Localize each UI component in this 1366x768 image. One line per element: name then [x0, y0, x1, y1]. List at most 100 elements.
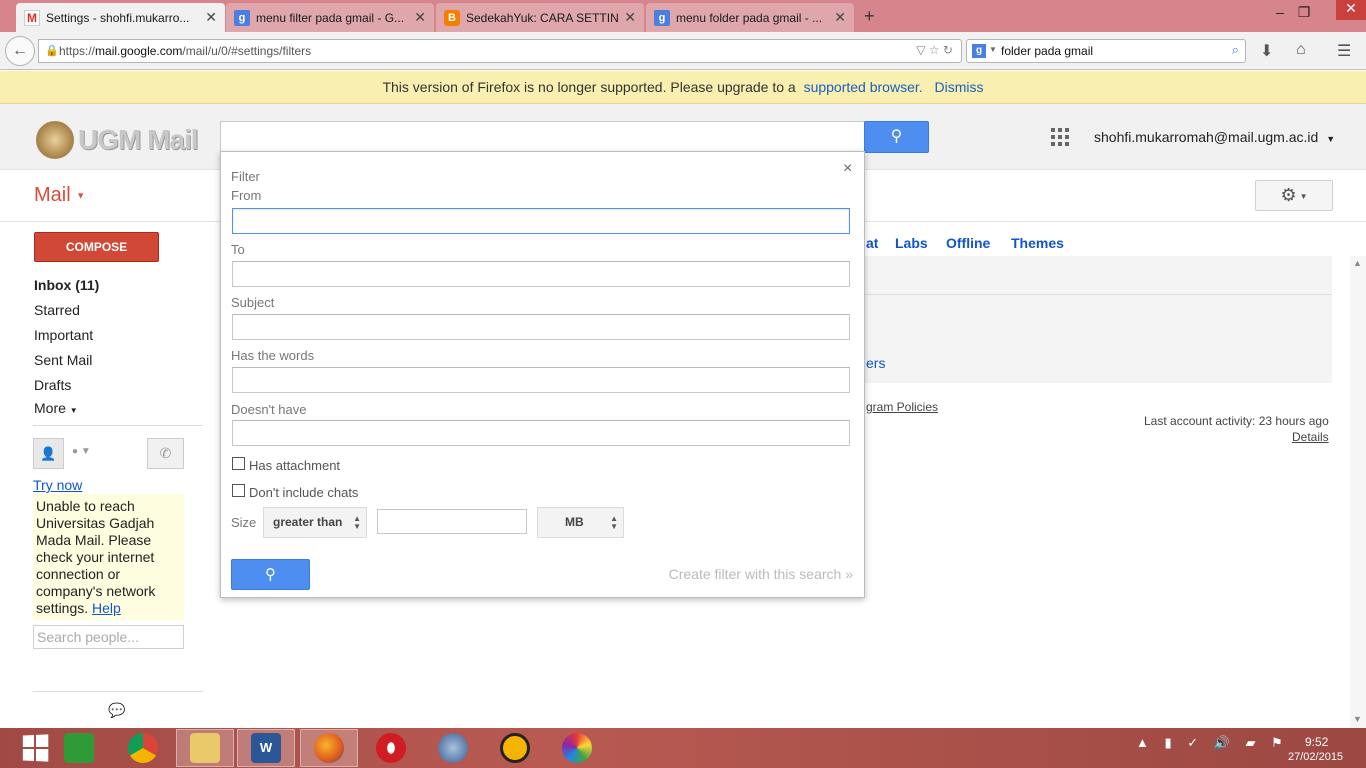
sidebar-item-important[interactable]: Important — [34, 327, 93, 343]
browser-tab-sedekahyuk[interactable]: B SedekahYuk: CARA SETTIN... ✕ — [436, 3, 644, 32]
mail-search-input[interactable] — [220, 121, 865, 153]
has-words-field[interactable] — [232, 367, 850, 393]
has-attachment-checkbox[interactable] — [232, 457, 245, 470]
tab-chat[interactable]: at — [866, 235, 878, 251]
word-icon: W — [251, 733, 281, 763]
close-tab-icon[interactable]: ✕ — [834, 9, 846, 26]
tab-themes[interactable]: Themes — [1011, 235, 1064, 251]
close-icon[interactable]: × — [843, 160, 852, 178]
menu-icon[interactable]: ☰ — [1337, 41, 1351, 61]
download-icon[interactable]: ⬇ — [1260, 41, 1273, 61]
tab-title: menu folder pada gmail - ... — [676, 10, 823, 25]
close-tab-icon[interactable]: ✕ — [624, 9, 636, 26]
scroll-up-icon[interactable]: ▲ — [1353, 258, 1362, 268]
tab-offline[interactable]: Offline — [946, 235, 990, 251]
taskbar-opera[interactable] — [362, 729, 420, 767]
tab-title: menu filter pada gmail - G... — [256, 10, 405, 25]
url-bar[interactable]: 🔒 https://mail.google.com/mail/u/0/#sett… — [38, 39, 962, 63]
home-icon[interactable]: ⌂ — [1296, 41, 1306, 59]
settings-gear-button[interactable]: ⚙ ▼ — [1255, 180, 1333, 211]
reload-icon[interactable]: ▽ ☆ ↻ — [916, 43, 953, 57]
partial-link[interactable]: ers — [866, 355, 885, 371]
pinwheel-icon — [562, 733, 592, 763]
unsupported-browser-banner: This version of Firefox is no longer sup… — [0, 71, 1366, 104]
new-tab-icon[interactable]: + — [864, 6, 875, 27]
tab-title: Settings - shohfi.mukarro... — [46, 10, 190, 25]
details-link[interactable]: Details — [1292, 430, 1329, 444]
browser-tab-settings[interactable]: M Settings - shohfi.mukarro... ✕ — [16, 3, 225, 32]
sidebar-item-more[interactable]: More ▼ — [34, 400, 78, 416]
taskbar-firefox[interactable] — [300, 729, 358, 767]
mail-search-button[interactable]: ⚲ — [864, 121, 929, 153]
search-icon: ⚲ — [890, 128, 903, 145]
filter-search-button[interactable]: ⚲ — [231, 559, 310, 590]
search-icon[interactable]: ⌕ — [1232, 42, 1239, 58]
status-dropdown[interactable]: ● ▼ — [72, 446, 91, 457]
chrome-icon — [128, 733, 158, 763]
doesnt-have-field[interactable] — [232, 420, 850, 446]
try-now-link[interactable]: Try now — [33, 477, 82, 493]
account-menu[interactable]: shohfi.mukarromah@mail.ugm.ac.id ▼ — [1094, 129, 1335, 145]
size-label: Size — [231, 515, 257, 530]
avatar[interactable]: 👤 — [33, 438, 64, 469]
supported-browser-link[interactable]: supported browser. — [804, 79, 923, 95]
size-unit-select[interactable]: MB ▲ ▼ — [537, 507, 624, 538]
close-window-icon[interactable]: ✕ — [1336, 0, 1366, 20]
chevron-down-icon[interactable]: ▼ — [989, 45, 997, 54]
search-people-input[interactable]: Search people... — [33, 625, 184, 649]
browser-search-bar[interactable]: g ▼ folder pada gmail ⌕ — [966, 39, 1246, 63]
url-text: https://mail.google.com/mail/u/0/#settin… — [59, 44, 312, 58]
close-tab-icon[interactable]: ✕ — [414, 9, 426, 26]
clock-date[interactable]: 27/02/2015 — [1288, 751, 1343, 763]
restore-icon[interactable]: ❐ — [1290, 4, 1318, 24]
has-words-label: Has the words — [231, 348, 315, 363]
size-value-field[interactable] — [377, 509, 527, 534]
compose-button[interactable]: COMPOSE — [34, 232, 159, 262]
tab-labs[interactable]: Labs — [895, 235, 928, 251]
taskbar-aimp[interactable] — [486, 729, 544, 767]
from-field[interactable] — [232, 208, 850, 234]
taskbar-word[interactable]: W — [237, 729, 295, 767]
system-tray-icons[interactable]: ▲ ▮ ✓ 🔊 ▰ ⚑ — [1136, 735, 1289, 751]
sidebar-item-drafts[interactable]: Drafts — [34, 377, 71, 393]
browser-tab-folder[interactable]: g menu folder pada gmail - ... ✕ — [646, 3, 854, 32]
to-label: To — [231, 242, 245, 257]
google-icon: g — [654, 9, 670, 26]
last-account-activity: Last account activity: 23 hours ago — [1144, 414, 1329, 428]
subject-field[interactable] — [232, 314, 850, 340]
taskbar-store[interactable] — [50, 729, 108, 767]
chat-icon[interactable]: 💬 — [108, 702, 126, 720]
taskbar-photos[interactable] — [548, 729, 606, 767]
browser-tab-filter[interactable]: g menu filter pada gmail - G... ✕ — [226, 3, 434, 32]
clock-time[interactable]: 9:52 — [1305, 735, 1328, 749]
scroll-down-icon[interactable]: ▼ — [1353, 714, 1362, 724]
create-filter-link[interactable]: Create filter with this search » — [669, 566, 853, 582]
browser-search-text: folder pada gmail — [1001, 44, 1094, 58]
phone-icon[interactable]: ✆ — [147, 438, 184, 469]
program-policies-link[interactable]: gram Policies — [866, 400, 938, 414]
windows-logo-icon — [22, 734, 49, 762]
mail-switcher[interactable]: Mail ▼ — [34, 184, 85, 207]
back-arrow-icon[interactable]: ← — [5, 36, 35, 66]
taskbar-globe-app[interactable] — [424, 729, 482, 767]
sidebar-item-inbox[interactable]: Inbox (11) — [34, 277, 99, 293]
ugm-mail-logo[interactable]: UGM Mail — [36, 121, 199, 159]
taskbar-chrome[interactable] — [114, 729, 172, 767]
no-chats-checkbox[interactable] — [232, 484, 245, 497]
apps-grid-icon[interactable] — [1051, 128, 1069, 146]
from-label: From — [231, 188, 262, 203]
settings-panel — [864, 256, 1332, 383]
updown-arrow-icon: ▲ ▼ — [353, 514, 361, 531]
logo-text: UGM Mail — [78, 124, 199, 155]
size-operator-select[interactable]: greater than ▲ ▼ — [263, 507, 367, 538]
help-link[interactable]: Help — [92, 600, 121, 616]
scrollbar[interactable] — [1350, 256, 1366, 728]
to-field[interactable] — [232, 261, 850, 287]
search-icon: ⚲ — [265, 566, 276, 583]
sidebar-item-starred[interactable]: Starred — [34, 302, 80, 318]
close-tab-icon[interactable]: ✕ — [205, 9, 217, 26]
dismiss-link[interactable]: Dismiss — [935, 79, 984, 95]
divider — [864, 294, 1332, 295]
taskbar-explorer[interactable] — [176, 729, 234, 767]
sidebar-item-sent-mail[interactable]: Sent Mail — [34, 352, 92, 368]
